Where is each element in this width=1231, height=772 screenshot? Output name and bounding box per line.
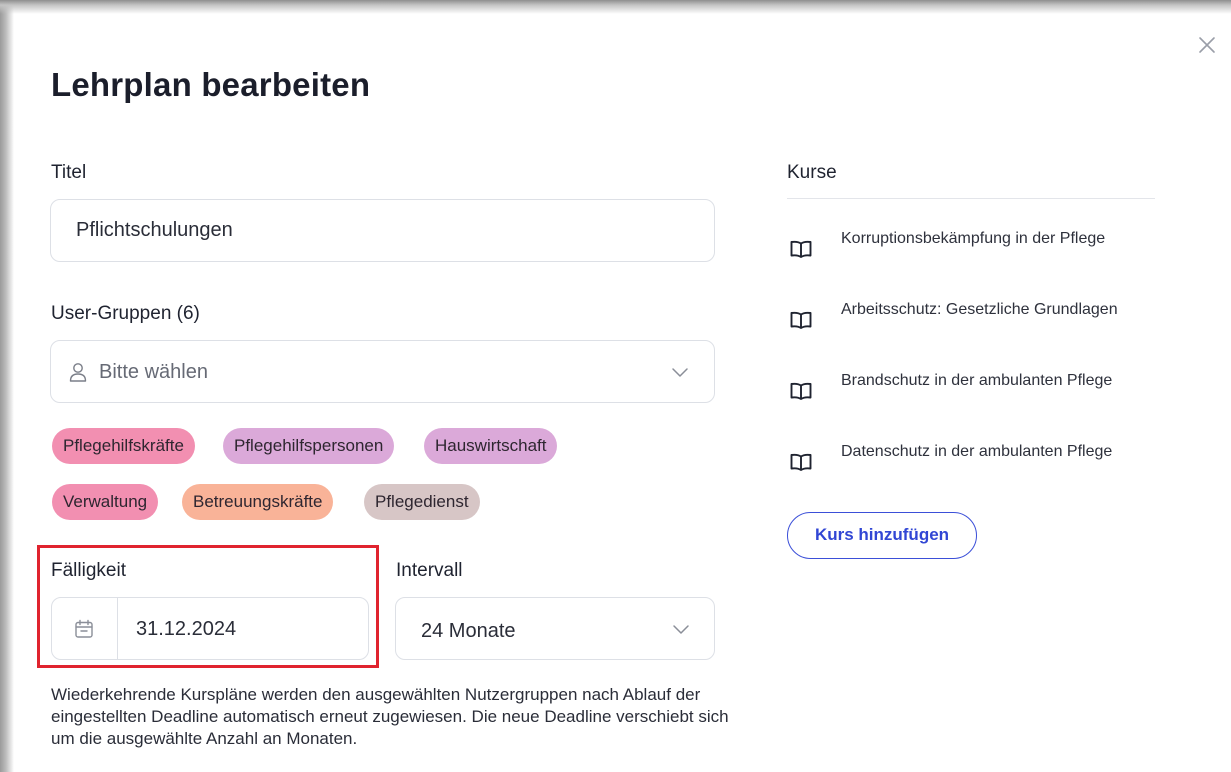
title-value: Pflichtschulungen (76, 219, 233, 241)
chevron-down-icon (673, 625, 689, 634)
book-icon (790, 382, 812, 400)
interval-label: Intervall (396, 560, 463, 581)
calendar-icon (75, 619, 93, 638)
due-date-label: Fälligkeit (51, 560, 126, 581)
group-tag[interactable]: Betreuungskräfte (182, 484, 334, 520)
interval-description: Wiederkehrende Kurspläne werden den ausg… (51, 685, 729, 748)
add-course-button[interactable]: Kurs hinzufügen (787, 512, 977, 559)
user-groups-label: User-Gruppen (6) (51, 303, 200, 324)
group-tag[interactable]: Pflegedienst (364, 484, 480, 520)
group-tag[interactable]: Pflegehilfspersonen (223, 428, 395, 464)
dialog-title: Lehrplan bearbeiten (51, 66, 371, 103)
book-icon (790, 311, 812, 329)
book-icon (790, 453, 812, 471)
close-icon (1199, 37, 1215, 53)
courses-label: Kurse (787, 162, 837, 183)
interval-select[interactable]: 24 Monate (395, 597, 715, 660)
courses-divider (787, 198, 1155, 199)
group-tag[interactable]: Pflegehilfskräfte (52, 428, 195, 464)
title-field[interactable]: Pflichtschulungen (50, 199, 715, 262)
course-title: Datenschutz in der ambulanten Pflege (841, 443, 1113, 460)
group-tag[interactable]: Hauswirtschaft (424, 428, 558, 464)
user-groups-select[interactable]: Bitte wählen (50, 340, 715, 403)
user-groups-placeholder: Bitte wählen (99, 361, 208, 383)
close-button[interactable] (1195, 33, 1219, 57)
field-divider (117, 598, 118, 659)
user-icon (69, 363, 87, 382)
due-date-value: 31.12.2024 (136, 618, 237, 640)
course-title: Arbeitsschutz: Gesetzliche Grundlagen (841, 301, 1118, 318)
course-title: Brandschutz in der ambulanten Pflege (841, 372, 1113, 389)
top-shadow (0, 0, 1231, 14)
chevron-down-icon (672, 368, 688, 377)
book-icon (790, 240, 812, 258)
title-label: Titel (51, 162, 87, 183)
due-date-field[interactable]: 31.12.2024 (51, 597, 369, 660)
course-title: Korruptionsbekämpfung in der Pflege (841, 230, 1106, 247)
group-tag[interactable]: Verwaltung (52, 484, 159, 520)
interval-value: 24 Monate (421, 620, 516, 642)
